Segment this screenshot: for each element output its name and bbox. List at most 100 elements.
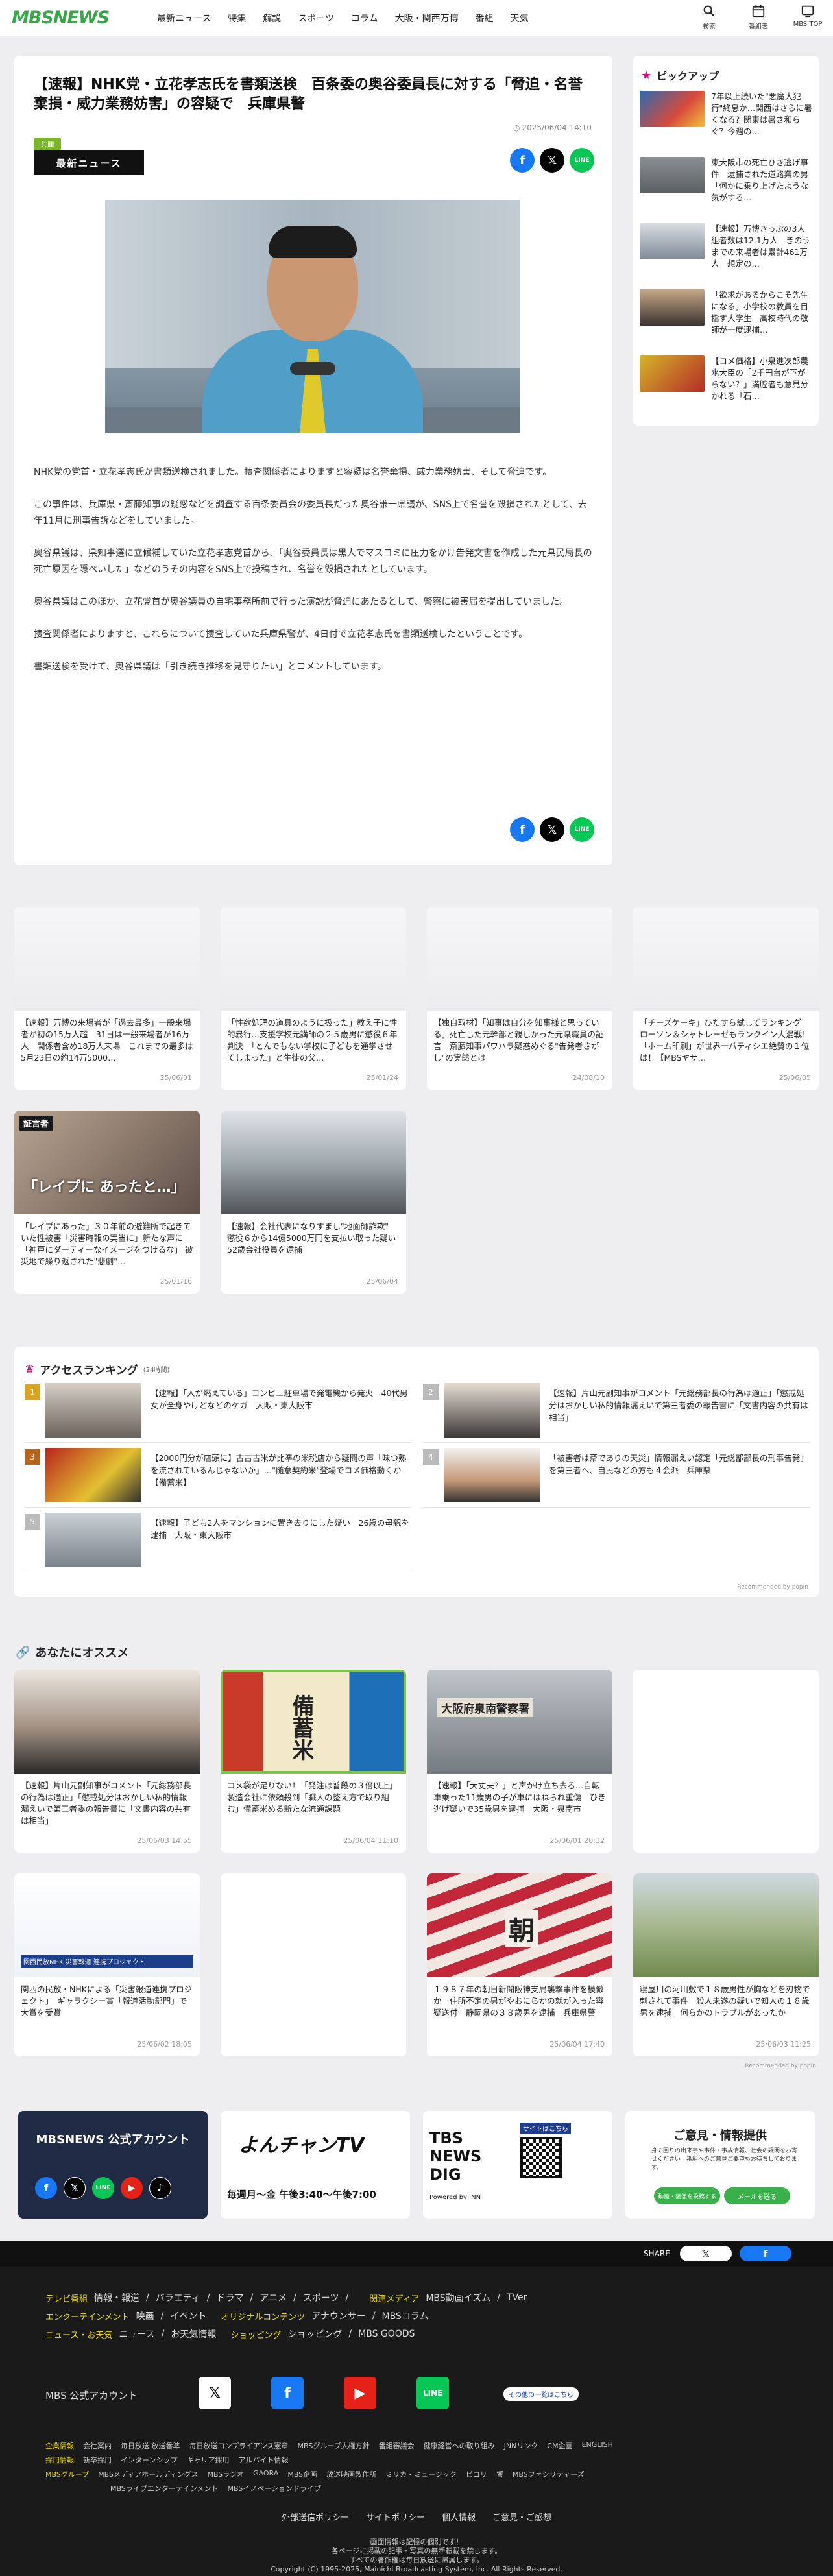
footer-link[interactable]: スポーツ bbox=[303, 2291, 339, 2304]
pickup-item[interactable]: 「欲求があるからこそ先生になる」小学校の教員を目指す大学生 高校時代の敬師が一度… bbox=[640, 289, 812, 344]
footer-link[interactable]: アニメ bbox=[260, 2291, 287, 2304]
tiktok-icon[interactable]: ♪ bbox=[149, 2177, 171, 2199]
x-share-icon[interactable]: 𝕏 bbox=[540, 148, 564, 173]
recommend-card[interactable] bbox=[633, 1670, 819, 1853]
footer-link[interactable]: アルバイト情報 bbox=[238, 2455, 288, 2465]
youtube-icon[interactable]: ▶ bbox=[344, 2377, 376, 2409]
yonchan-tv-banner[interactable]: よんチャンTV 毎週月〜金 午後3:40〜午後7:00 bbox=[221, 2111, 410, 2219]
facebook-icon[interactable]: f bbox=[271, 2377, 304, 2409]
footer-link[interactable]: 情報・報道 bbox=[94, 2291, 139, 2304]
footer-link[interactable]: MBSグループ人権方針 bbox=[298, 2440, 370, 2451]
footer-link[interactable]: 毎日放送コンプライアンス憲章 bbox=[189, 2440, 289, 2451]
related-card[interactable]: 「チーズケーキ」ひたすら試してランキング ローソン＆シャトレーゼもランクイン大混… bbox=[633, 907, 819, 1090]
footer-link[interactable]: ドラマ bbox=[217, 2291, 244, 2304]
footer-link[interactable]: ピコリ bbox=[466, 2469, 487, 2479]
recommend-card[interactable]: 寝屋川の河川敷で１８歳男性が胸などを刃物で刺されて事件 殺人未遂の疑いで知人の１… bbox=[633, 1873, 819, 2056]
footer-link[interactable]: ENGLISH bbox=[582, 2440, 613, 2451]
related-card[interactable]: 【速報】万博の来場者が「過去最多」一般来場者が初の15万人超 31日は一般来場者… bbox=[14, 907, 200, 1090]
related-card[interactable]: 証言者 「レイプに あったと…」 「レイプにあった」３０年前の避難所で起きていた… bbox=[14, 1111, 200, 1294]
pickup-item[interactable]: 東大阪市の死亡ひき逃げ事件 逮捕された道路業の男「何かに乗り上げたような気がする… bbox=[640, 157, 812, 211]
popin-credit[interactable]: Recommended by popIn bbox=[745, 2063, 816, 2069]
footer-link[interactable]: イベント bbox=[170, 2309, 206, 2322]
footer-link[interactable]: MBSコラム bbox=[382, 2309, 429, 2322]
footer-link[interactable]: 健康経営への取り組み bbox=[424, 2440, 495, 2451]
schedule-button[interactable]: 番組表 bbox=[742, 4, 775, 30]
youtube-icon[interactable]: ▶ bbox=[121, 2177, 143, 2199]
footer-link[interactable]: お天気情報 bbox=[171, 2328, 216, 2341]
mbs-top-button[interactable]: MBS TOP bbox=[791, 4, 824, 30]
nav-item-expo[interactable]: 大阪・関西万博 bbox=[395, 12, 459, 25]
opinion-banner[interactable]: ご意見・情報提供 身の回りの出来事や事件・事故情報、社会の疑問をお寄せください。… bbox=[625, 2111, 815, 2219]
footer-link[interactable]: 外部送信ポリシー bbox=[282, 2510, 349, 2523]
footer-link[interactable]: アナウンサー bbox=[311, 2309, 366, 2322]
related-card[interactable]: 【速報】会社代表になりすまし"地面師詐欺" 懲役６から14億5000万円を支払い… bbox=[221, 1111, 406, 1294]
recommend-card[interactable]: 大阪府泉南警察署 【速報】「大丈夫？」と声かけ立ち去る…自転車乗った11歳男の子が… bbox=[427, 1670, 612, 1853]
upload-media-button[interactable]: 動画・画像を投稿する bbox=[654, 2187, 720, 2204]
footer-link[interactable]: MBSファシリティーズ bbox=[513, 2469, 585, 2479]
ranking-item[interactable]: 5 【速報】子ども2人をマンションに置き去りにした疑い 26歳の母親を逮捕 大阪・… bbox=[25, 1508, 411, 1572]
ranking-item[interactable]: 2 【速報】片山元副知事がコメント「元総務部長の行為は適正」「懲戒処分はおかしい私… bbox=[423, 1378, 810, 1443]
ranking-item[interactable]: 4 「被害者は斎でありの天災」情報漏えい認定「元総部部長の刑事告発」を第三者へ、自… bbox=[423, 1443, 810, 1508]
nav-item-weather[interactable]: 天気 bbox=[511, 12, 529, 25]
recommend-card[interactable]: 備蓄米 コメ袋が足りない！「発注は普段の３倍以上」製造会社に依頼殺到「職人の整え方… bbox=[221, 1670, 406, 1853]
pickup-item[interactable]: 7年以上続いた"悪魔大犯行"終息か…関西はさらに暑くなる？関東は暑さ和らぐ？今週… bbox=[640, 91, 812, 145]
line-share-icon[interactable]: LINE bbox=[570, 817, 594, 842]
facebook-icon[interactable]: f bbox=[35, 2177, 57, 2199]
send-mail-button[interactable]: メールを送る bbox=[724, 2187, 790, 2204]
related-card[interactable]: 「性欲処理の道具のように扱った」教え子に性的暴行…支援学校元講師の２５歳男に懲役… bbox=[221, 907, 406, 1090]
facebook-share-icon[interactable]: f bbox=[510, 817, 535, 842]
footer-link[interactable]: TVer bbox=[507, 2293, 527, 2303]
nav-item-column[interactable]: コラム bbox=[351, 12, 378, 25]
recommend-card[interactable]: 【速報】片山元副知事がコメント「元総務部長の行為は適正」「懲戒処分はおかしい私的… bbox=[14, 1670, 200, 1853]
recommend-card[interactable] bbox=[221, 1873, 406, 2056]
footer-link[interactable]: JNNリンク bbox=[504, 2440, 538, 2451]
footer-link[interactable]: ニュース bbox=[119, 2328, 154, 2341]
mbs-official-banner[interactable]: MBSNEWS 公式アカウント f 𝕏 LINE ▶ ♪ bbox=[18, 2111, 208, 2219]
footer-link[interactable]: ショッピング bbox=[287, 2328, 342, 2341]
footer-link[interactable]: インターンシップ bbox=[121, 2455, 177, 2465]
footer-link[interactable]: MBSイノベーションドライブ bbox=[228, 2483, 322, 2494]
footer-link[interactable]: MBSメディアホールディングス bbox=[98, 2469, 198, 2479]
footer-link[interactable]: バラエティ bbox=[156, 2291, 200, 2304]
facebook-share-icon[interactable]: f bbox=[510, 148, 535, 173]
line-icon[interactable]: LINE bbox=[416, 2377, 449, 2409]
footer-link[interactable]: MBS GOODS bbox=[358, 2329, 415, 2339]
related-card[interactable]: 【独自取材】「知事は自分を知事様と思っている」死亡した元幹部と親しかった元県職員… bbox=[427, 907, 612, 1090]
footer-link[interactable]: ご意見・ご感想 bbox=[492, 2510, 551, 2523]
recommend-card[interactable]: 関西民放NHK 災害報道 連携プロジェクト 関西の民放・NHKによる「災害報道連携… bbox=[14, 1873, 200, 2056]
footer-link[interactable]: 映画 bbox=[136, 2309, 154, 2322]
ranking-item[interactable]: 3 【2000円分が店頭に】古古古米が比準の米税店から疑問の声「味つ熟を流されてい… bbox=[25, 1443, 411, 1508]
facebook-share-icon[interactable]: f bbox=[740, 2246, 791, 2261]
nav-item-latest[interactable]: 最新ニュース bbox=[157, 12, 211, 25]
nav-item-feature[interactable]: 特集 bbox=[228, 12, 246, 25]
ranking-item[interactable]: 1 【速報】「人が燃えている」コンビニ駐車場で発電機から発火 40代男女が全身やけ… bbox=[25, 1378, 411, 1443]
footer-link[interactable]: CM企画 bbox=[547, 2440, 572, 2451]
footer-link[interactable]: 放送映画製作所 bbox=[326, 2469, 376, 2479]
footer-link[interactable]: MBS動画イズム bbox=[426, 2291, 490, 2304]
popin-credit[interactable]: Recommended by popIn bbox=[737, 1584, 808, 1591]
pickup-item[interactable]: 【速報】万博きっぷの3人組者数は12.1万人 きのうまでの来場者は累計461万人… bbox=[640, 223, 812, 278]
nav-item-analysis[interactable]: 解説 bbox=[263, 12, 281, 25]
footer-link[interactable]: GAORA bbox=[253, 2469, 278, 2479]
more-accounts-button[interactable]: その他の一覧はこちら bbox=[503, 2387, 579, 2401]
x-share-icon[interactable]: 𝕏 bbox=[540, 817, 564, 842]
mbs-news-logo[interactable]: MBSNEWS bbox=[12, 8, 110, 28]
footer-link[interactable]: 番組審議会 bbox=[379, 2440, 415, 2451]
footer-link[interactable]: キャリア採用 bbox=[186, 2455, 229, 2465]
nav-item-programs[interactable]: 番組 bbox=[476, 12, 494, 25]
tbs-news-dig-banner[interactable]: TBS NEWS DIG Powered by JNN サイトはこちら bbox=[423, 2111, 612, 2219]
footer-link[interactable]: MBSライブエンターテインメント bbox=[110, 2483, 219, 2494]
x-share-icon[interactable]: 𝕏 bbox=[680, 2246, 732, 2261]
x-icon[interactable]: 𝕏 bbox=[199, 2377, 231, 2409]
recommend-card[interactable]: 朝 １９８７年の朝日新聞阪神支局襲撃事件を模倣か 住所不定の男がやおにらかの就が入… bbox=[427, 1873, 612, 2056]
footer-link[interactable]: 響 bbox=[496, 2469, 503, 2479]
line-share-icon[interactable]: LINE bbox=[570, 148, 594, 173]
line-icon[interactable]: LINE bbox=[92, 2177, 114, 2199]
footer-link[interactable]: MBS企画 bbox=[287, 2469, 317, 2479]
x-icon[interactable]: 𝕏 bbox=[64, 2177, 86, 2199]
region-tag[interactable]: 兵庫 bbox=[34, 138, 61, 150]
search-button[interactable]: 検索 bbox=[693, 4, 725, 30]
footer-link[interactable]: サイトポリシー bbox=[366, 2510, 425, 2523]
footer-link[interactable]: 会社案内 bbox=[83, 2440, 112, 2451]
footer-link[interactable]: 毎日放送 放送番準 bbox=[121, 2440, 180, 2451]
